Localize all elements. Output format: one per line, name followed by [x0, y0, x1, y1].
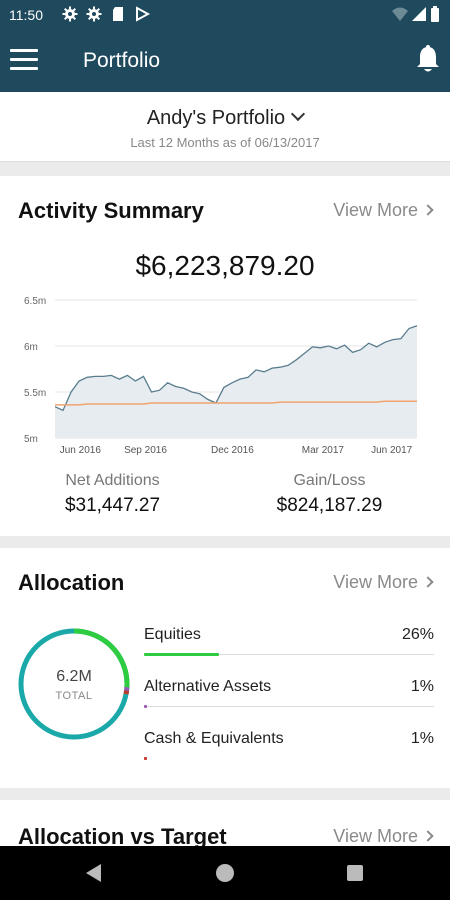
status-time: 11:50 — [9, 7, 43, 23]
bell-icon[interactable] — [414, 44, 442, 74]
allocation-bar — [144, 705, 147, 708]
y-tick-label: 6.5m — [24, 296, 46, 307]
gain-loss-label: Gain/Loss — [293, 472, 366, 489]
system-nav-bar — [0, 846, 450, 900]
portfolio-dropdown[interactable]: Andy's Portfolio — [0, 106, 450, 130]
view-more-label: View More — [333, 826, 418, 846]
net-additions-label: Net Additions — [65, 472, 160, 489]
x-tick-label: Mar 2017 — [302, 445, 345, 456]
x-tick-label: Jun 2017 — [371, 445, 413, 456]
portfolio-name: Andy's Portfolio — [146, 107, 286, 129]
portfolio-total-value: $6,223,879.20 — [135, 250, 315, 281]
allocation-row-equities[interactable]: Equities 26% — [144, 618, 434, 670]
x-tick-label: Jun 2016 — [60, 445, 102, 456]
allocation-total-label: TOTAL — [55, 690, 93, 702]
recents-icon[interactable] — [347, 865, 363, 881]
back-icon[interactable] — [86, 864, 101, 882]
activity-summary-card: Activity Summary View More $6,223,879.20… — [0, 176, 450, 536]
portfolio-selector: Andy's Portfolio Last 12 Months as of 06… — [0, 92, 450, 162]
allocation-row-alternative-assets[interactable]: Alternative Assets 1% — [144, 670, 434, 722]
allocation-percent: 1% — [410, 730, 434, 747]
gain-loss-stat: Gain/Loss $824,187.29 — [217, 472, 442, 517]
sd-card-icon — [110, 6, 126, 22]
x-tick-label: Dec 2016 — [211, 445, 254, 456]
allocation-title: Allocation — [18, 570, 125, 595]
allocation-track — [144, 706, 434, 707]
chevron-right-icon — [422, 576, 434, 588]
play-store-icon — [134, 6, 151, 22]
y-tick-label: 5.5m — [24, 388, 46, 399]
allocation-percent: 26% — [401, 626, 434, 643]
target-view-more-link[interactable]: View More — [333, 826, 434, 847]
y-tick-label: 5m — [24, 434, 38, 445]
status-bar: 11:50 — [0, 0, 450, 30]
chevron-right-icon — [422, 830, 434, 842]
series-area — [55, 325, 417, 438]
page-title: Portfolio — [83, 49, 161, 72]
app-bar: Portfolio — [0, 30, 450, 92]
y-tick-label: 6m — [24, 342, 38, 353]
allocation-total-value: 6.2M — [56, 668, 92, 685]
portfolio-date-range: Last 12 Months as of 06/13/2017 — [130, 135, 320, 150]
signal-icon — [412, 6, 426, 27]
chevron-down-icon — [291, 106, 306, 122]
allocation-view-more-link[interactable]: View More — [333, 572, 434, 593]
gain-loss-value: $824,187.29 — [276, 495, 383, 516]
net-additions-stat: Net Additions $31,447.27 — [0, 472, 225, 517]
allocation-bar — [144, 757, 147, 760]
gear-icon — [86, 6, 102, 22]
activity-chart: 6.5m 6m 5.5m 5m Jun 2016 Sep 2016 Dec 2016 Mar … — [24, 296, 418, 456]
allocation-card: Allocation View More 6.2M TOTAL Equities… — [0, 548, 450, 788]
allocation-name: Alternative Assets — [144, 678, 272, 695]
allocation-row-cash-equivalents[interactable]: Cash & Equivalents 1% — [144, 722, 434, 774]
net-additions-value: $31,447.27 — [64, 495, 161, 516]
gear-icon — [62, 6, 78, 22]
activity-view-more-link[interactable]: View More — [333, 200, 434, 221]
status-system-icons — [392, 6, 440, 27]
chevron-right-icon — [422, 204, 434, 216]
x-tick-label: Sep 2016 — [124, 445, 167, 456]
allocation-bar — [144, 653, 220, 656]
hamburger-menu-icon[interactable] — [10, 49, 38, 73]
allocation-percent: 1% — [410, 678, 434, 695]
activity-summary-title: Activity Summary — [18, 198, 204, 223]
allocation-name: Cash & Equivalents — [144, 730, 284, 747]
view-more-label: View More — [333, 572, 418, 592]
wifi-icon — [392, 6, 408, 27]
battery-icon — [430, 6, 440, 27]
view-more-label: View More — [333, 200, 418, 220]
home-icon[interactable] — [216, 864, 234, 882]
donut-center: 6.2M TOTAL — [16, 626, 132, 742]
status-notification-icons — [62, 6, 151, 22]
allocation-name: Equities — [144, 626, 201, 643]
